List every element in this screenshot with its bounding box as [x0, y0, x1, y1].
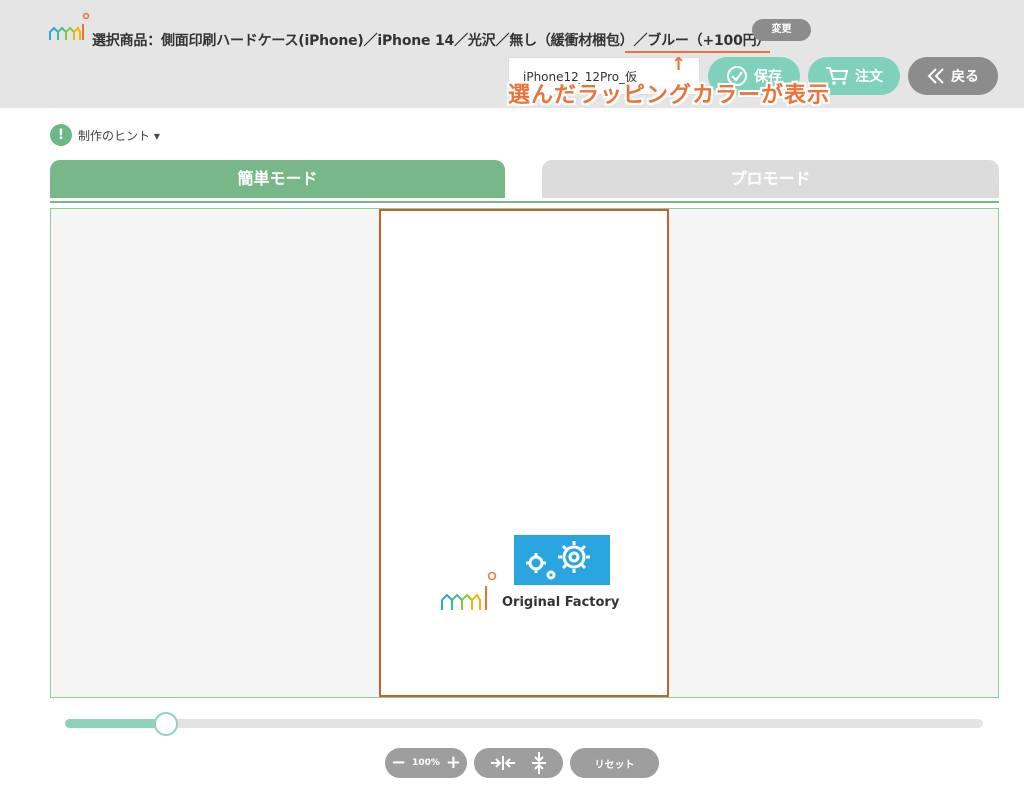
zoom-slider-fill — [65, 719, 166, 728]
change-button[interactable]: 変更 — [752, 19, 811, 41]
fit-horizontal-icon[interactable] — [490, 754, 516, 772]
header: 選択商品：側面印刷ハードケース(iPhone)／iPhone 14／光沢／無し（… — [0, 0, 1024, 108]
zoom-slider-handle[interactable] — [154, 712, 178, 736]
logo-text: Original Factory — [502, 595, 620, 610]
hint-icon: ! — [50, 124, 72, 146]
zoom-control: − 100% + — [385, 748, 467, 778]
product-spec-text: 選択商品：側面印刷ハードケース(iPhone)／iPhone 14／光沢／無し（… — [92, 33, 634, 49]
original-factory-logo-icon — [441, 571, 497, 610]
double-chevron-left-icon — [927, 68, 944, 84]
fit-controls — [474, 748, 563, 778]
fit-vertical-icon[interactable] — [530, 751, 548, 775]
tab-underline — [50, 201, 999, 203]
tab-simple-mode[interactable]: 簡単モード — [50, 160, 505, 198]
tab-pro-mode[interactable]: プロモード — [542, 160, 999, 198]
logo-icon — [49, 12, 90, 40]
reset-button[interactable]: リセット — [570, 748, 659, 778]
gear-icon — [526, 541, 590, 580]
zoom-in-button[interactable]: + — [446, 754, 461, 772]
selected-product-text: 選択商品：側面印刷ハードケース(iPhone)／iPhone 14／光沢／無し（… — [92, 30, 770, 50]
back-label: 戻る — [951, 69, 979, 85]
annotation-text: 選んだラッピングカラーが表示 — [508, 83, 831, 108]
order-label: 注文 — [855, 69, 883, 85]
hint-toggle[interactable]: ! 制作のヒント ▾ — [50, 124, 160, 146]
print-area[interactable] — [379, 209, 669, 697]
zoom-slider[interactable] — [65, 719, 983, 728]
gear-image[interactable] — [514, 535, 610, 585]
zoom-out-button[interactable]: − — [391, 754, 406, 772]
annotation-arrow: ↑ — [671, 54, 687, 75]
hint-label: 制作のヒント ▾ — [78, 128, 160, 143]
back-button[interactable]: 戻る — [908, 57, 998, 95]
zoom-level: 100% — [412, 758, 440, 768]
product-color-text: ／ブルー（+100円） — [633, 33, 771, 49]
